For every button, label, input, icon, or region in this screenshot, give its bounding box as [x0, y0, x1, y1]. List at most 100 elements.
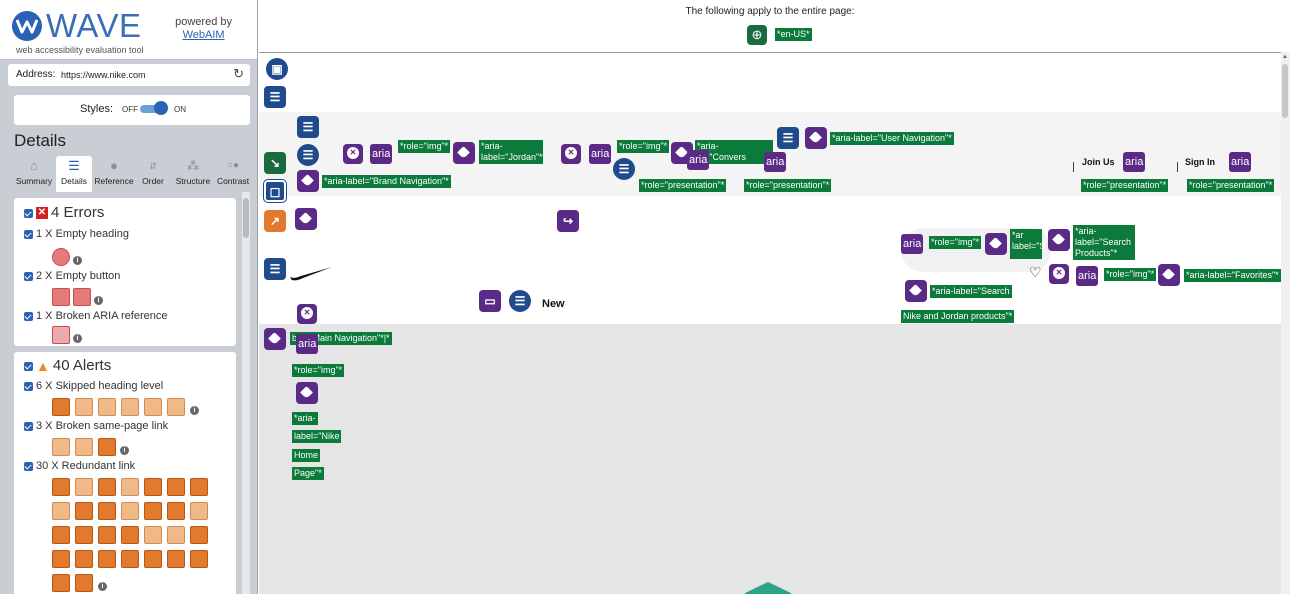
redundant-link-alert-icon[interactable] — [144, 526, 162, 544]
item-checkbox[interactable] — [24, 421, 33, 431]
styles-toggle-knob[interactable] — [154, 101, 168, 115]
aria-icon[interactable]: aria — [687, 150, 710, 170]
aria-icon[interactable]: aria — [901, 234, 924, 254]
alert-item-skipped-heading[interactable]: 6 X Skipped heading level — [24, 380, 163, 392]
skipped-heading-alert-icon[interactable] — [121, 398, 139, 416]
empty-button-icon[interactable] — [343, 144, 363, 164]
aria-label-icon[interactable] — [295, 208, 317, 230]
error-item-empty-heading[interactable]: 1 X Empty heading — [24, 228, 129, 240]
redundant-link-alert-icon[interactable] — [52, 526, 70, 544]
heart-icon[interactable]: ♡ — [1029, 264, 1042, 281]
aria-icon[interactable]: aria — [370, 144, 393, 164]
sign-in-link[interactable]: Sign In — [1185, 157, 1215, 167]
broken-aria-error-icon[interactable] — [52, 326, 70, 344]
skipped-heading-alert-icon[interactable] — [52, 398, 70, 416]
item-checkbox[interactable] — [24, 229, 33, 239]
info-icon[interactable]: i — [73, 256, 82, 265]
link-icon[interactable]: ↪ — [557, 210, 579, 232]
redundant-link-alert-icon[interactable] — [144, 478, 162, 496]
header-icon[interactable]: ☰ — [264, 86, 286, 108]
redundant-link-alert-icon[interactable] — [190, 526, 208, 544]
page-scrollbar[interactable]: ▲ — [1281, 52, 1290, 594]
item-checkbox[interactable] — [24, 461, 33, 471]
aria-icon[interactable]: aria — [1229, 152, 1252, 172]
aria-label-icon[interactable] — [297, 170, 319, 192]
redundant-link-alert-icon[interactable] — [144, 502, 162, 520]
redundant-link-alert-icon[interactable] — [144, 550, 162, 568]
region-icon[interactable]: ▣ — [266, 58, 288, 80]
header-icon[interactable]: ☰ — [297, 116, 319, 138]
tab-contrast[interactable]: ○● Contrast — [215, 156, 251, 192]
redundant-link-alert-icon[interactable] — [190, 502, 208, 520]
alerts-checkbox[interactable] — [24, 361, 33, 371]
redundant-link-alert-icon[interactable] — [121, 502, 139, 520]
aria-label-icon[interactable] — [905, 280, 927, 302]
redundant-link-alert-icon[interactable] — [190, 478, 208, 496]
empty-button-icon[interactable] — [561, 144, 581, 164]
alerts-heading[interactable]: ▲ 40 Alerts — [24, 357, 111, 374]
errors-heading[interactable]: ✕ 4 Errors — [24, 204, 104, 221]
aria-label-icon[interactable] — [805, 127, 827, 149]
redundant-link-alert-icon[interactable] — [52, 550, 70, 568]
skip-link-icon[interactable]: ↘ — [264, 152, 286, 174]
list-icon[interactable]: ☰ — [297, 144, 319, 166]
errors-checkbox[interactable] — [24, 208, 33, 218]
redundant-link-alert-icon[interactable] — [52, 478, 70, 496]
redundant-link-alert-icon[interactable] — [167, 526, 185, 544]
aria-icon[interactable]: aria — [764, 152, 787, 172]
skipped-heading-alert-icon[interactable] — [98, 398, 116, 416]
item-checkbox[interactable] — [24, 311, 33, 321]
error-item-broken-aria[interactable]: 1 X Broken ARIA reference — [24, 310, 167, 322]
nike-swoosh-icon[interactable] — [289, 266, 333, 282]
scroll-up-icon[interactable]: ▲ — [1282, 54, 1288, 60]
redundant-link-alert-icon[interactable]: ↗ — [264, 210, 286, 232]
reload-icon[interactable]: ↻ — [233, 66, 244, 82]
alert-item-redundant-link[interactable]: 30 X Redundant link — [24, 460, 135, 472]
header-icon[interactable]: ☰ — [264, 258, 286, 280]
redundant-link-alert-icon[interactable] — [121, 550, 139, 568]
redundant-link-alert-icon[interactable] — [98, 502, 116, 520]
info-icon[interactable]: i — [190, 406, 199, 415]
redundant-link-alert-icon[interactable] — [167, 550, 185, 568]
empty-button-error-icon[interactable] — [52, 288, 70, 306]
broken-link-alert-icon[interactable] — [52, 438, 70, 456]
empty-button-icon[interactable] — [297, 304, 317, 324]
skipped-heading-alert-icon[interactable] — [144, 398, 162, 416]
broken-link-alert-icon[interactable] — [98, 438, 116, 456]
redundant-link-alert-icon[interactable] — [75, 550, 93, 568]
aria-icon[interactable]: aria — [1076, 266, 1099, 286]
redundant-link-alert-icon[interactable] — [52, 574, 70, 592]
redundant-link-alert-icon[interactable] — [121, 478, 139, 496]
redundant-link-alert-icon[interactable] — [75, 574, 93, 592]
redundant-link-alert-icon[interactable] — [121, 526, 139, 544]
redundant-link-alert-icon[interactable] — [75, 526, 93, 544]
aria-label-icon[interactable] — [296, 382, 318, 404]
empty-button-error-icon[interactable] — [73, 288, 91, 306]
globe-icon[interactable]: ⊕ — [747, 25, 767, 45]
page-scroll-thumb[interactable] — [1282, 64, 1288, 118]
header-icon[interactable]: ☐ — [263, 179, 287, 203]
item-checkbox[interactable] — [24, 381, 33, 391]
broken-link-alert-icon[interactable] — [75, 438, 93, 456]
skipped-heading-alert-icon[interactable] — [75, 398, 93, 416]
tab-reference[interactable]: ● Reference — [94, 156, 134, 192]
aria-label-icon[interactable] — [264, 328, 286, 350]
redundant-link-alert-icon[interactable] — [75, 478, 93, 496]
item-checkbox[interactable] — [24, 271, 33, 281]
aria-label-icon[interactable] — [453, 142, 475, 164]
redundant-link-alert-icon[interactable] — [75, 502, 93, 520]
new-link[interactable]: New — [542, 298, 565, 310]
list-icon[interactable]: ☰ — [509, 290, 531, 312]
list-icon[interactable]: ☰ — [613, 158, 635, 180]
aria-icon[interactable]: aria — [296, 334, 319, 354]
error-item-empty-button[interactable]: 2 X Empty button — [24, 270, 120, 282]
tab-structure[interactable]: ⁂ Structure — [172, 156, 214, 192]
aria-icon[interactable]: aria — [589, 144, 612, 164]
tab-order[interactable]: ⇵ Order — [138, 156, 168, 192]
redundant-link-alert-icon[interactable] — [190, 550, 208, 568]
tab-summary[interactable]: ⌂ Summary — [14, 156, 54, 192]
info-icon[interactable]: i — [94, 296, 103, 305]
address-input[interactable] — [61, 67, 231, 83]
redundant-link-alert-icon[interactable] — [167, 478, 185, 496]
redundant-link-alert-icon[interactable] — [98, 526, 116, 544]
